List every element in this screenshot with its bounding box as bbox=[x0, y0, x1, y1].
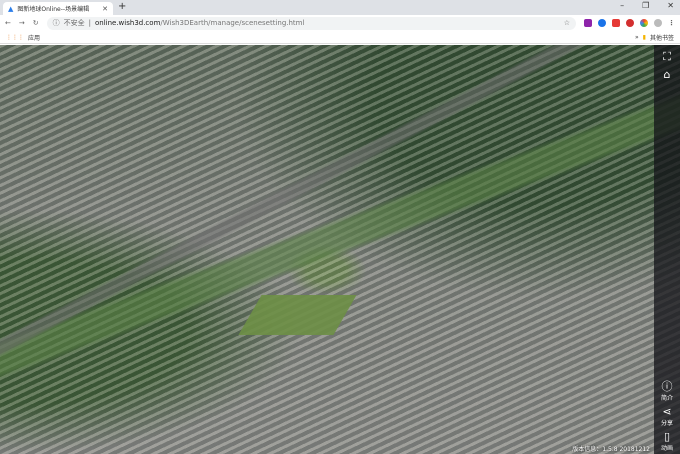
bookmark-other[interactable]: 其他书签 bbox=[650, 33, 674, 42]
restore-icon[interactable]: ❐ bbox=[642, 1, 649, 10]
reload-icon[interactable]: ↻ bbox=[33, 19, 39, 27]
menu-icon[interactable]: ⋮ bbox=[668, 19, 675, 27]
share-icon: ⋖ bbox=[662, 405, 672, 418]
back-icon[interactable]: ← bbox=[5, 19, 11, 27]
close-window-icon[interactable]: ✕ bbox=[667, 1, 674, 10]
url-input[interactable]: ⓘ 不安全 | online.wish3d.com/Wish3DEarth/ma… bbox=[46, 16, 576, 30]
home-icon: ⌂ bbox=[663, 68, 671, 81]
profile-avatar[interactable] bbox=[654, 19, 662, 27]
apps-icon[interactable]: ⋮⋮⋮ bbox=[6, 34, 24, 41]
address-bar: ← → ↻ ⓘ 不安全 | online.wish3d.com/Wish3DEa… bbox=[0, 15, 680, 31]
fullscreen-icon: ⛶ bbox=[663, 50, 671, 63]
right-toolbar: ⛶ ⌂ ⓘ 简介 ⋖ 分享 ▯ 动画 bbox=[654, 45, 680, 454]
tab-active[interactable]: ▲ 图新地球Online--场景编辑 ✕ bbox=[3, 2, 113, 15]
bookmark-apps[interactable]: 应用 bbox=[28, 33, 40, 42]
extension-icon[interactable] bbox=[598, 19, 606, 27]
extension-icon[interactable] bbox=[612, 19, 620, 27]
folder-icon: ▮ bbox=[642, 33, 646, 41]
url-host: online.wish3d.com bbox=[94, 19, 161, 27]
info-icon: ⓘ bbox=[661, 380, 673, 393]
security-label: 不安全 bbox=[63, 19, 85, 27]
chrome-icon[interactable] bbox=[640, 19, 648, 27]
minimize-icon[interactable]: – bbox=[620, 1, 624, 10]
tab-title: 图新地球Online--场景编辑 bbox=[17, 6, 90, 13]
close-tab-icon[interactable]: ✕ bbox=[102, 5, 108, 13]
share-button[interactable]: ⋖ 分享 bbox=[661, 405, 673, 428]
tab-bar: ▲ 图新地球Online--场景编辑 ✕ + – ❐ ✕ bbox=[0, 0, 680, 15]
fullscreen-button[interactable]: ⛶ bbox=[663, 51, 671, 63]
info-icon: ⓘ bbox=[52, 19, 60, 27]
intro-button[interactable]: ⓘ 简介 bbox=[661, 380, 673, 403]
mouse-icon: ▯ bbox=[663, 430, 671, 443]
new-tab-button[interactable]: + bbox=[118, 1, 126, 12]
home-button[interactable]: ⌂ bbox=[664, 69, 671, 81]
extension-icon[interactable] bbox=[584, 19, 592, 27]
status-text: 版本信息：1.5.8 20181212 bbox=[572, 446, 650, 453]
sports-field bbox=[238, 295, 357, 335]
favicon-icon: ▲ bbox=[8, 4, 14, 13]
url-path: /Wish3DEarth/manage/scenesetting.html bbox=[160, 19, 305, 27]
star-icon[interactable]: ☆ bbox=[564, 19, 570, 27]
forward-icon[interactable]: → bbox=[19, 19, 25, 27]
pinterest-icon[interactable] bbox=[626, 19, 634, 27]
3d-earth-viewport[interactable] bbox=[0, 45, 680, 454]
bookmarks-bar: ⋮⋮⋮ 应用 » ▮ 其他书签 bbox=[0, 31, 680, 44]
animation-button[interactable]: ▯ 动画 bbox=[661, 430, 673, 453]
